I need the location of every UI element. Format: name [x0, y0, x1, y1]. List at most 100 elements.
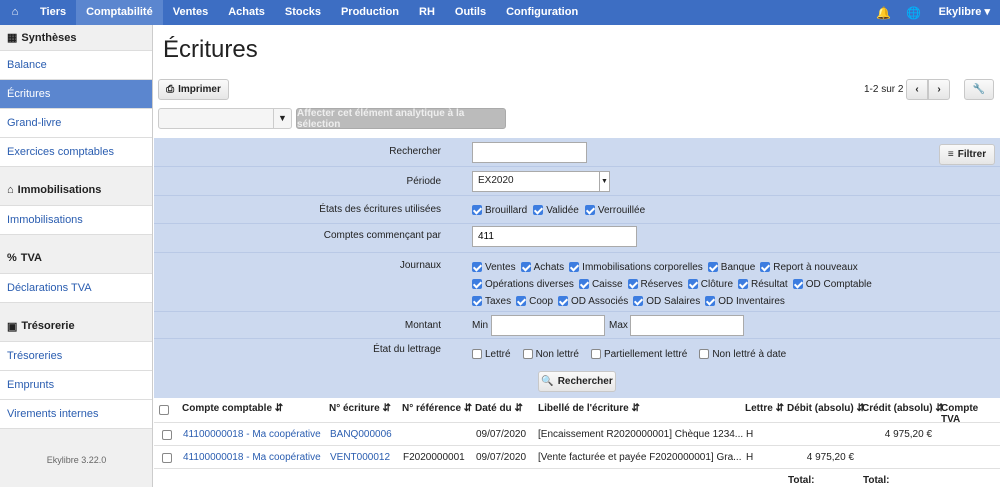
journal-checkbox[interactable]	[520, 262, 531, 273]
analytic-select[interactable]: ▼	[158, 108, 292, 129]
nav-comptabilite[interactable]: Comptabilité	[76, 0, 163, 25]
lettering-checkbox[interactable]	[590, 349, 601, 360]
nav-rh[interactable]: RH	[409, 0, 445, 25]
nav-ventes[interactable]: Ventes	[163, 0, 218, 25]
nav-achats[interactable]: Achats	[218, 0, 275, 25]
journal-option-immobilisations-corporelles[interactable]: Immobilisations corporelles	[569, 262, 703, 273]
journal-checkbox[interactable]	[760, 262, 771, 273]
table-row[interactable]: 41100000018 - Ma coopérative BANQ000006 …	[154, 422, 1000, 445]
print-button[interactable]: ⎙ Imprimer	[158, 79, 229, 100]
journal-checkbox[interactable]	[558, 296, 569, 307]
min-amount-input[interactable]	[491, 315, 605, 336]
journal-checkbox[interactable]	[687, 279, 698, 290]
journal-option-taxes[interactable]: Taxes	[472, 296, 511, 307]
state-option-validee[interactable]: Validée	[533, 205, 579, 216]
journal-option-cloture[interactable]: Clôture	[687, 279, 733, 290]
row-checkbox[interactable]	[162, 453, 172, 463]
bell-icon[interactable]: 🔔	[869, 6, 899, 20]
row-account-link[interactable]: 41100000018 - Ma coopérative	[183, 452, 321, 463]
journal-option-achats[interactable]: Achats	[520, 262, 564, 273]
journal-option-banque[interactable]: Banque	[707, 262, 755, 273]
journal-option-report-a-nouveaux[interactable]: Report à nouveaux	[760, 262, 858, 273]
journal-option-od-associes[interactable]: OD Associés	[558, 296, 628, 307]
journal-option-reserves[interactable]: Réserves	[627, 279, 683, 290]
nav-stocks[interactable]: Stocks	[275, 0, 331, 25]
journal-checkbox[interactable]	[516, 296, 527, 307]
nav-production[interactable]: Production	[331, 0, 409, 25]
accounts-input[interactable]	[472, 226, 637, 247]
col-ecriture[interactable]: N° écriture ⇵	[329, 403, 391, 414]
row-checkbox[interactable]	[162, 430, 172, 440]
nav-configuration[interactable]: Configuration	[496, 0, 588, 25]
journal-checkbox[interactable]	[627, 279, 638, 290]
filter-button[interactable]: ≡ Filtrer	[939, 144, 995, 165]
row-account-link[interactable]: 41100000018 - Ma coopérative	[183, 429, 321, 440]
sidebar-item-ecritures[interactable]: Écritures	[0, 80, 152, 109]
sidebar-item-tresoreries[interactable]: Trésoreries	[0, 342, 152, 371]
settings-button[interactable]: 🔧	[964, 79, 994, 100]
col-compte[interactable]: Compte comptable ⇵	[182, 403, 283, 414]
journal-checkbox[interactable]	[578, 279, 589, 290]
select-all-checkbox[interactable]	[159, 405, 169, 415]
col-date[interactable]: Daté du ⇵	[475, 403, 523, 414]
col-libelle[interactable]: Libellé de l'écriture ⇵	[538, 403, 640, 414]
journal-checkbox[interactable]	[738, 279, 749, 290]
period-select[interactable]: EX2020 ▼	[472, 171, 610, 192]
search-button[interactable]: 🔍 Rechercher	[538, 371, 616, 392]
sidebar-item-balance[interactable]: Balance	[0, 51, 152, 80]
journal-checkbox[interactable]	[705, 296, 716, 307]
home-icon[interactable]: ⌂	[0, 0, 30, 25]
journal-option-label: OD Salaires	[646, 296, 701, 307]
journal-option-operations-diverses[interactable]: Opérations diverses	[472, 279, 574, 290]
lettering-option-partiellement-lettre[interactable]: Partiellement lettré	[590, 349, 687, 360]
next-page-button[interactable]: ›	[928, 79, 950, 100]
journal-checkbox[interactable]	[633, 296, 644, 307]
section-title: TVA	[20, 252, 42, 264]
nav-tiers[interactable]: Tiers	[30, 0, 76, 25]
sidebar-item-emprunts[interactable]: Emprunts	[0, 371, 152, 400]
journal-checkbox[interactable]	[792, 279, 803, 290]
col-lettre[interactable]: Lettre ⇵	[745, 403, 784, 414]
lettering-option-lettre[interactable]: Lettré	[472, 349, 511, 360]
table-row[interactable]: 41100000018 - Ma coopérative VENT000012 …	[154, 445, 1000, 468]
col-debit[interactable]: Débit (absolu) ⇵	[787, 403, 865, 414]
sidebar-item-immobilisations[interactable]: Immobilisations	[0, 206, 152, 235]
journal-option-od-salaires[interactable]: OD Salaires	[633, 296, 700, 307]
state-option-brouillard[interactable]: Brouillard	[472, 205, 527, 216]
state-checkbox[interactable]	[584, 205, 595, 216]
journal-option-ventes[interactable]: Ventes	[472, 262, 516, 273]
journal-checkbox[interactable]	[569, 262, 580, 273]
journal-checkbox[interactable]	[472, 296, 482, 307]
assign-analytic-button[interactable]: Affecter cet élément analytique à la sél…	[296, 108, 506, 130]
journal-option-resultat[interactable]: Résultat	[738, 279, 788, 290]
max-amount-input[interactable]	[630, 315, 744, 336]
lettering-checkbox[interactable]	[522, 349, 533, 360]
lettering-checkbox[interactable]	[699, 349, 710, 360]
journal-checkbox[interactable]	[472, 279, 482, 290]
sidebar-item-exercices[interactable]: Exercices comptables	[0, 138, 152, 167]
state-option-verrouillee[interactable]: Verrouillée	[584, 205, 645, 216]
row-entry-link[interactable]: BANQ000006	[330, 429, 392, 440]
row-entry-link[interactable]: VENT000012	[330, 452, 390, 463]
lettering-checkbox[interactable]	[472, 349, 482, 360]
lettering-option-non-lettre-a-date[interactable]: Non lettré à date	[699, 349, 786, 360]
prev-page-button[interactable]: ‹	[906, 79, 928, 100]
search-input[interactable]	[472, 142, 587, 163]
journal-checkbox[interactable]	[472, 262, 482, 273]
state-checkbox[interactable]	[472, 205, 482, 216]
sidebar-item-virements[interactable]: Virements internes	[0, 400, 152, 429]
user-menu[interactable]: Ekylibre ▾	[929, 0, 1000, 25]
lettering-option-non-lettre[interactable]: Non lettré	[522, 349, 579, 360]
journal-option-od-inventaires[interactable]: OD Inventaires	[705, 296, 785, 307]
col-reference[interactable]: N° référence ⇵	[402, 403, 472, 414]
globe-icon[interactable]: 🌐	[899, 6, 929, 20]
state-checkbox[interactable]	[533, 205, 544, 216]
journal-option-caisse[interactable]: Caisse	[578, 279, 623, 290]
sidebar-item-grand-livre[interactable]: Grand-livre	[0, 109, 152, 138]
journal-option-od-comptable[interactable]: OD Comptable	[792, 279, 872, 290]
sidebar-item-declarations-tva[interactable]: Déclarations TVA	[0, 274, 152, 303]
nav-outils[interactable]: Outils	[445, 0, 496, 25]
journal-checkbox[interactable]	[707, 262, 718, 273]
col-credit[interactable]: Crédit (absolu) ⇵	[862, 403, 944, 414]
journal-option-coop[interactable]: Coop	[516, 296, 553, 307]
